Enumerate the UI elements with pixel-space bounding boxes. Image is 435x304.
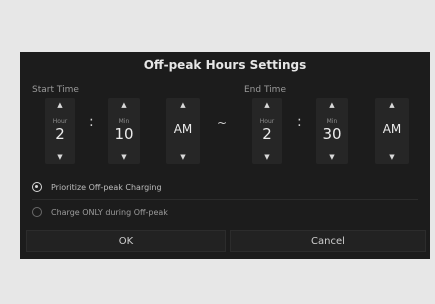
- option-charge-only-off-peak[interactable]: Charge ONLY during Off-peak: [32, 202, 418, 222]
- end-hour-up-button[interactable]: ▲: [252, 98, 282, 112]
- time-range-separator: ~: [217, 116, 228, 130]
- up-arrow-icon: ▲: [57, 101, 63, 109]
- end-hour-value: 2: [262, 125, 272, 143]
- ok-button[interactable]: OK: [26, 230, 226, 252]
- off-peak-settings-screen: Off-peak Hours Settings Start Time End T…: [20, 52, 430, 259]
- start-min-unit: Min: [118, 118, 130, 125]
- end-min-spinner: ▲ Min 30 ▼: [316, 98, 348, 164]
- start-min-up-button[interactable]: ▲: [108, 98, 140, 112]
- up-arrow-icon: ▲: [180, 101, 186, 109]
- radio-unselected-icon: [32, 207, 42, 217]
- start-time-colon: :: [89, 114, 94, 130]
- start-min-spinner: ▲ Min 10 ▼: [108, 98, 140, 164]
- start-ampm-value: AM: [173, 122, 193, 136]
- start-time-label: Start Time: [32, 85, 79, 95]
- down-arrow-icon: ▼: [264, 153, 270, 161]
- end-hour-spinner: ▲ Hour 2 ▼: [252, 98, 282, 164]
- end-time-colon: :: [297, 114, 302, 130]
- start-hour-value: 2: [55, 125, 65, 143]
- start-hour-down-button[interactable]: ▼: [45, 150, 75, 164]
- start-ampm-up-button[interactable]: ▲: [166, 98, 200, 112]
- up-arrow-icon: ▲: [264, 101, 270, 109]
- end-min-unit: Min: [326, 118, 338, 125]
- start-hour-spinner: ▲ Hour 2 ▼: [45, 98, 75, 164]
- option-label: Prioritize Off-peak Charging: [51, 182, 162, 192]
- end-ampm-up-button[interactable]: ▲: [375, 98, 409, 112]
- end-ampm-down-button[interactable]: ▼: [375, 150, 409, 164]
- down-arrow-icon: ▼: [389, 153, 395, 161]
- down-arrow-icon: ▼: [329, 153, 335, 161]
- end-time-label: End Time: [244, 85, 286, 95]
- end-hour-unit: Hour: [259, 118, 275, 125]
- end-min-up-button[interactable]: ▲: [316, 98, 348, 112]
- divider: [32, 199, 418, 200]
- end-hour-down-button[interactable]: ▼: [252, 150, 282, 164]
- end-ampm-spinner: ▲ AM ▼: [375, 98, 409, 164]
- end-min-down-button[interactable]: ▼: [316, 150, 348, 164]
- up-arrow-icon: ▲: [329, 101, 335, 109]
- start-min-value: 10: [114, 125, 134, 143]
- up-arrow-icon: ▲: [121, 101, 127, 109]
- option-prioritize-off-peak[interactable]: Prioritize Off-peak Charging: [32, 177, 418, 197]
- down-arrow-icon: ▼: [57, 153, 63, 161]
- radio-selected-icon: [32, 182, 42, 192]
- start-hour-up-button[interactable]: ▲: [45, 98, 75, 112]
- option-label: Charge ONLY during Off-peak: [51, 207, 168, 217]
- down-arrow-icon: ▼: [121, 153, 127, 161]
- start-hour-unit: Hour: [52, 118, 68, 125]
- end-min-value: 30: [322, 125, 342, 143]
- start-ampm-spinner: ▲ AM ▼: [166, 98, 200, 164]
- down-arrow-icon: ▼: [180, 153, 186, 161]
- end-ampm-value: AM: [382, 122, 402, 136]
- cancel-button[interactable]: Cancel: [230, 230, 426, 252]
- start-min-down-button[interactable]: ▼: [108, 150, 140, 164]
- start-ampm-down-button[interactable]: ▼: [166, 150, 200, 164]
- up-arrow-icon: ▲: [389, 101, 395, 109]
- dialog-title: Off-peak Hours Settings: [143, 58, 307, 72]
